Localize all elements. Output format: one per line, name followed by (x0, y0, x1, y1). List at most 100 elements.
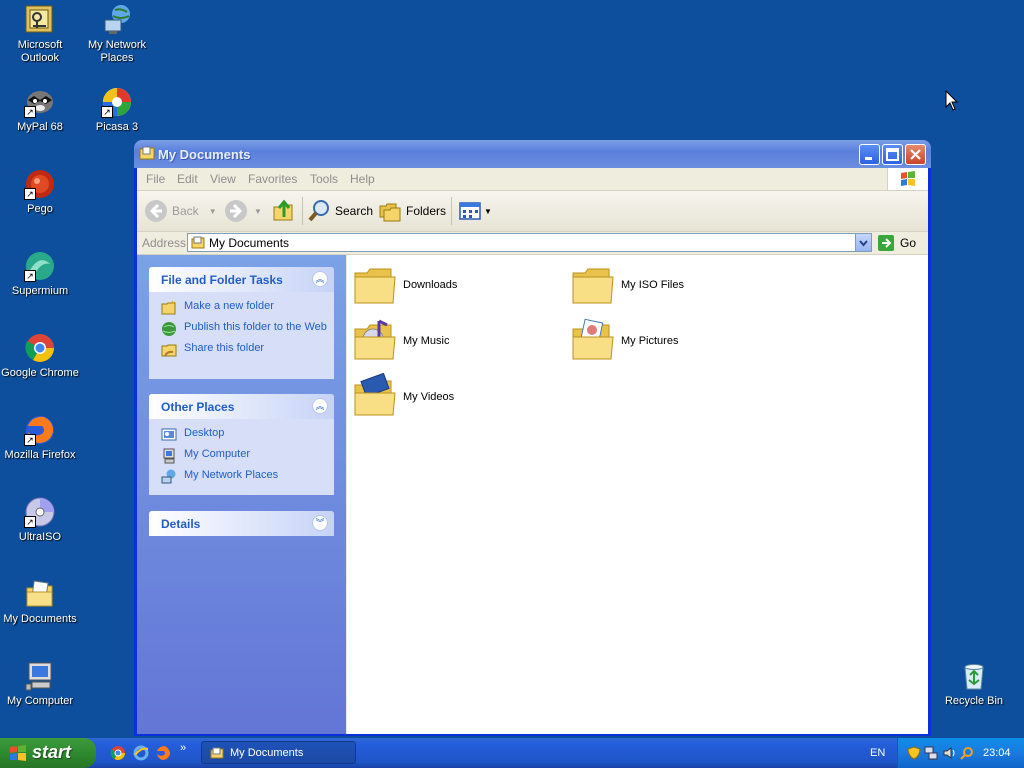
shortcut-arrow-icon: ↗ (101, 106, 113, 118)
recycle-bin-icon (958, 660, 990, 692)
menu-view[interactable]: View (210, 172, 236, 186)
place-my-computer[interactable]: My Computer (161, 448, 328, 464)
outlook-icon (24, 4, 56, 36)
volume-icon[interactable] (942, 746, 956, 760)
file-folder-tasks-panel: File and Folder Tasks ︽ Make a new folde… (149, 267, 334, 379)
chevron-down-icon (859, 240, 868, 247)
minimize-button[interactable] (859, 144, 880, 165)
search-label: Search (335, 204, 374, 218)
folders-label: Folders (406, 204, 447, 218)
views-icon (459, 202, 481, 220)
close-icon (910, 149, 921, 160)
expand-chevron-icon[interactable]: ︾ (312, 515, 328, 531)
desktop-icon-recycle-bin[interactable]: Recycle Bin (934, 660, 1014, 708)
menu-file[interactable]: File (146, 172, 165, 186)
desktop-icon-outlook[interactable]: Microsoft Outlook (0, 4, 80, 65)
panel-header[interactable]: Details ︾ (149, 511, 334, 536)
place-my-network-places[interactable]: My Network Places (161, 469, 328, 485)
new-folder-icon (161, 300, 176, 315)
chrome-icon[interactable] (110, 745, 126, 761)
task-make-new-folder[interactable]: Make a new folder (161, 300, 328, 316)
internet-explorer-icon[interactable] (133, 745, 149, 761)
desktop-icon-ultraiso[interactable]: ↗ UltraISO (0, 496, 80, 544)
maximize-button[interactable] (882, 144, 903, 165)
panel-header[interactable]: File and Folder Tasks ︽ (149, 267, 334, 292)
menu-edit[interactable]: Edit (177, 172, 198, 186)
desktop-icon-my-documents[interactable]: My Documents (0, 578, 80, 626)
back-label: Back (172, 204, 199, 218)
search-button[interactable]: Search (307, 199, 373, 223)
documents-folder-icon (210, 747, 224, 758)
place-desktop[interactable]: Desktop (161, 427, 328, 443)
security-shield-icon[interactable] (907, 746, 921, 760)
task-label: Make a new folder (184, 300, 274, 312)
desktop-icon-firefox[interactable]: ↗ Mozilla Firefox (0, 414, 80, 462)
globe-icon (162, 322, 176, 336)
network-places-icon (161, 469, 176, 484)
desktop-icon-chrome[interactable]: Google Chrome (0, 332, 80, 380)
start-button[interactable]: start (0, 738, 96, 768)
desktop-icon-pego[interactable]: ↗ Pego (0, 168, 80, 216)
views-button[interactable]: ▼ (458, 199, 492, 223)
pictures-folder-icon (572, 318, 614, 360)
supermium-icon: ↗ (24, 250, 56, 282)
desktop-icon-label: Microsoft Outlook (17, 39, 63, 64)
pego-icon: ↗ (24, 168, 56, 200)
back-button[interactable]: Back ▼ (144, 199, 217, 223)
menu-tools[interactable]: Tools (310, 172, 338, 186)
collapse-chevron-icon[interactable]: ︽ (312, 271, 328, 287)
start-label: start (32, 742, 72, 762)
close-button[interactable] (905, 144, 926, 165)
address-label: Address (142, 236, 187, 250)
documents-folder-icon (24, 578, 56, 610)
desktop-icon-my-computer[interactable]: My Computer (0, 660, 80, 708)
task-publish-folder[interactable]: Publish this folder to the Web (161, 321, 328, 337)
place-label: Desktop (184, 427, 225, 439)
folder-name: My Music (403, 335, 450, 347)
chrome-icon (24, 332, 56, 364)
desktop-icon-picasa[interactable]: ↗ Picasa 3 (77, 86, 157, 134)
language-indicator[interactable]: EN (870, 747, 885, 759)
search-icon (308, 200, 329, 222)
share-folder-icon (161, 344, 177, 357)
desktop-icon-label: Pego (27, 203, 53, 215)
task-share-folder[interactable]: Share this folder (161, 342, 328, 358)
panel-header[interactable]: Other Places ︽ (149, 394, 334, 419)
folder-item[interactable]: My Videos (351, 373, 454, 421)
menu-bar: File Edit View Favorites Tools Help (137, 168, 928, 191)
explorer-window: My Documents File Edit View Favorites To… (134, 140, 931, 736)
desktop-icon-network-places[interactable]: My Network Places (77, 4, 157, 65)
toolbar-separator (451, 197, 452, 225)
desktop-icon-mypal[interactable]: ↗ MyPal 68 (0, 86, 80, 134)
title-bar[interactable]: My Documents (134, 140, 931, 168)
network-places-icon (101, 4, 133, 36)
forward-arrow-icon (225, 200, 247, 222)
documents-folder-icon (191, 236, 205, 249)
menu-favorites[interactable]: Favorites (248, 172, 297, 186)
taskbar-button-my-documents[interactable]: My Documents (201, 741, 356, 764)
folders-button[interactable]: Folders (378, 199, 446, 223)
folder-item[interactable]: My Music (351, 317, 449, 365)
folder-name: My Pictures (621, 335, 679, 347)
menu-help[interactable]: Help (350, 172, 375, 186)
desktop-icon-label: Recycle Bin (944, 695, 1004, 707)
address-dropdown-button[interactable] (855, 234, 871, 251)
firefox-icon[interactable] (155, 745, 171, 761)
windows-logo-icon (10, 745, 26, 761)
collapse-chevron-icon[interactable]: ︽ (312, 398, 328, 414)
folder-item[interactable]: My ISO Files (569, 261, 684, 309)
chevron-down-icon: ▼ (254, 206, 262, 216)
clock: 23:04 (983, 747, 1011, 759)
folder-item[interactable]: Downloads (351, 261, 457, 309)
videos-folder-icon (354, 373, 396, 416)
desktop-icon-supermium[interactable]: ↗ Supermium (0, 250, 80, 298)
folder-item[interactable]: My Pictures (569, 317, 678, 365)
up-folder-button[interactable] (272, 199, 296, 223)
search-tray-icon[interactable] (960, 746, 974, 760)
quick-launch-expand-icon[interactable]: » (180, 742, 186, 754)
network-icon[interactable] (924, 746, 938, 760)
shortcut-arrow-icon: ↗ (24, 106, 36, 118)
go-button[interactable]: Go (877, 234, 916, 252)
forward-button[interactable]: ▼ (224, 199, 262, 223)
address-input[interactable]: My Documents (187, 233, 872, 252)
